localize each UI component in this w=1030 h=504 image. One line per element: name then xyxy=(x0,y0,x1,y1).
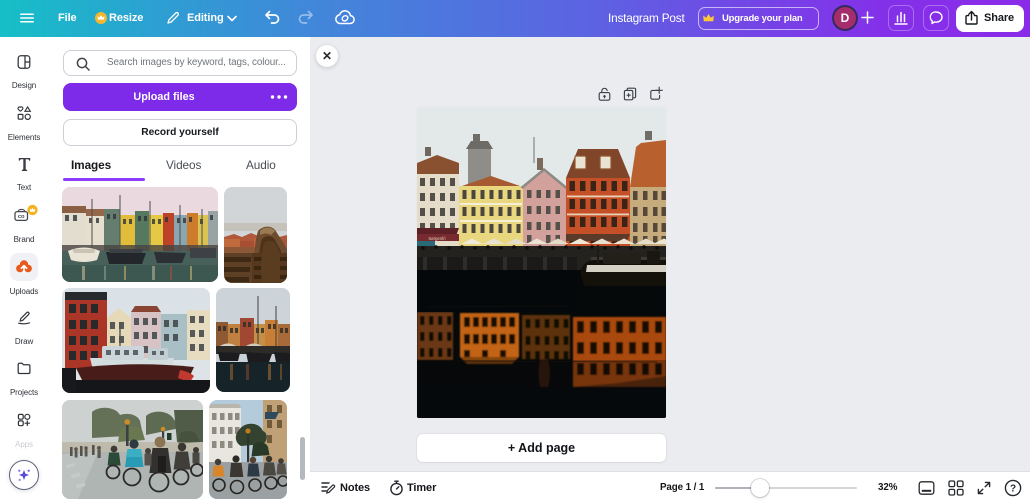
svg-text:?: ? xyxy=(1010,484,1016,495)
svg-text:Sørgenfri: Sørgenfri xyxy=(428,236,445,241)
svg-text:co: co xyxy=(18,214,25,220)
